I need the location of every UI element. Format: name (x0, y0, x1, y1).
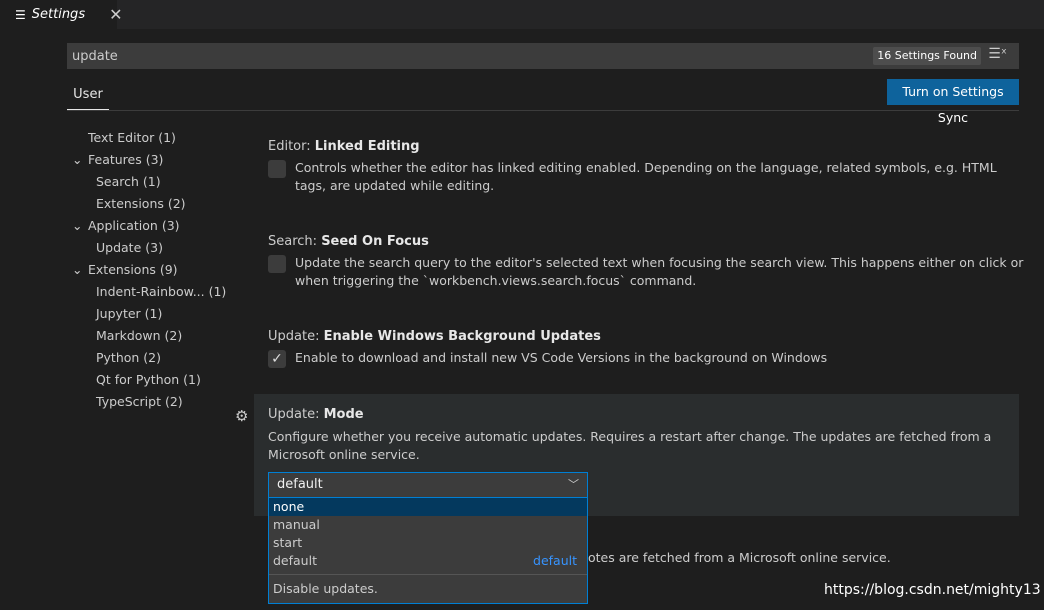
toc-item[interactable]: Search (1) (96, 171, 161, 193)
setting-description: Update the search query to the editor's … (295, 255, 1024, 288)
toc-label: Qt for Python (1) (96, 372, 201, 387)
toc-item[interactable]: ⌄ Extensions (9) (72, 259, 178, 281)
toc-label: Text Editor (1) (88, 130, 176, 145)
active-tab-indicator (67, 109, 109, 110)
default-tag: default (533, 553, 577, 568)
toc-label: Features (3) (88, 152, 164, 167)
toc-item[interactable]: Qt for Python (1) (96, 369, 201, 391)
setting-title: Update: Enable Windows Background Update… (268, 329, 601, 344)
toc-item[interactable]: Indent-Rainbow... (1) (96, 281, 226, 303)
toc-item[interactable]: Markdown (2) (96, 325, 182, 347)
toc-label: Jupyter (1) (96, 306, 163, 321)
divider (67, 110, 1019, 111)
setting-title: Update: Mode (268, 407, 364, 422)
chevron-down-icon: ⌄ (72, 152, 83, 167)
update-mode-dropdown: none manual start default default Disable… (268, 498, 588, 604)
watermark: https://blog.csdn.net/mighty13 (824, 582, 1041, 598)
toc-label: Python (2) (96, 350, 162, 365)
select-value: default (277, 477, 323, 492)
toc-item[interactable]: Extensions (2) (96, 193, 186, 215)
setting-description: Enable to download and install new VS Co… (295, 350, 828, 365)
toc-item[interactable]: Jupyter (1) (96, 303, 162, 325)
toc-item[interactable]: ⌄ Application (3) (72, 215, 180, 237)
search-input[interactable]: update 16 Settings Found ☰ˣ (67, 43, 1019, 69)
toc-label: Extensions (2) (96, 196, 186, 211)
turn-on-sync-button[interactable]: Turn on Settings Sync (887, 79, 1019, 125)
toc-label: TypeScript (2) (96, 394, 183, 409)
close-icon[interactable]: ✕ (109, 5, 122, 24)
option-description: Disable updates. (269, 574, 587, 602)
clear-filter-icon[interactable]: ☰ˣ (988, 46, 1007, 62)
settings-file-icon: ☰ (15, 7, 26, 22)
setting-title: Editor: Linked Editing (268, 139, 420, 154)
tab-user[interactable]: User (67, 87, 109, 102)
setting-description: Configure whether you receive automatic … (268, 429, 992, 462)
obscured-description: otes are fetched from a Microsoft online… (588, 550, 891, 565)
toc-label: Extensions (9) (88, 262, 178, 277)
option-manual[interactable]: manual (269, 516, 587, 534)
toc-item[interactable]: Update (3) (96, 237, 163, 259)
seed-on-focus-checkbox[interactable] (268, 255, 286, 273)
toc-item[interactable]: TypeScript (2) (96, 391, 183, 413)
check-icon: ✓ (271, 351, 283, 367)
toc-label: Update (3) (96, 240, 163, 255)
option-start[interactable]: start (269, 534, 587, 552)
tab-title: Settings (31, 7, 86, 22)
toc-item[interactable]: Python (2) (96, 347, 161, 369)
toc-label: Markdown (2) (96, 328, 183, 343)
linked-editing-checkbox[interactable] (268, 160, 286, 178)
background-updates-checkbox[interactable]: ✓ (268, 350, 286, 368)
update-mode-select[interactable]: default ﹀ (268, 472, 588, 498)
tab-settings[interactable]: ☰ Settings ✕ (0, 0, 123, 29)
toc-item[interactable]: ⌄ Features (3) (72, 149, 163, 171)
gear-icon[interactable]: ⚙ (235, 407, 248, 425)
setting-description: Controls whether the editor has linked e… (295, 160, 997, 193)
chevron-down-icon: ﹀ (568, 478, 579, 491)
chevron-down-icon: ⌄ (72, 218, 83, 233)
option-none[interactable]: none (269, 498, 587, 516)
search-value: update (72, 48, 118, 64)
toc-item[interactable]: Text Editor (1) (72, 127, 176, 149)
toc-label: Search (1) (96, 174, 161, 189)
toc-label: Application (3) (88, 218, 180, 233)
chevron-down-icon: ⌄ (72, 262, 83, 277)
setting-title: Search: Seed On Focus (268, 234, 429, 249)
toc-label: Indent-Rainbow... (1) (96, 284, 227, 299)
option-default[interactable]: default default (269, 552, 587, 570)
results-count-badge: 16 Settings Found (873, 47, 981, 65)
tab-bar (0, 0, 1044, 29)
